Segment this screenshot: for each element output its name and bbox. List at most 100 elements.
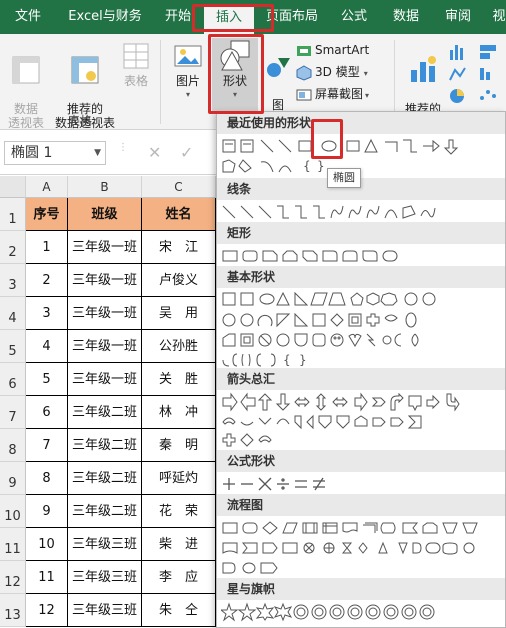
table-cell[interactable]: 柴 进 xyxy=(142,528,216,561)
tab-page-layout[interactable]: 页面布局 xyxy=(262,0,322,34)
row-header[interactable]: 13 xyxy=(0,594,26,627)
equation-shapes-row[interactable] xyxy=(221,474,503,494)
table-cell[interactable]: 宋 江 xyxy=(142,231,216,264)
table-cell[interactable]: 花 荣 xyxy=(142,495,216,528)
table-cell[interactable]: 5 xyxy=(26,363,68,396)
table-cell[interactable]: 吴 用 xyxy=(142,297,216,330)
table-cell[interactable]: 6 xyxy=(26,396,68,429)
select-all-corner[interactable] xyxy=(0,176,26,198)
table-cell[interactable]: 9 xyxy=(26,495,68,528)
table-cell[interactable]: 3 xyxy=(26,297,68,330)
table-cell[interactable]: 朱 仝 xyxy=(142,594,216,627)
recent-shapes-row-2[interactable]: { } xyxy=(221,156,503,176)
table-cell[interactable]: 三年级一班 xyxy=(68,330,142,363)
rectangles-row[interactable] xyxy=(221,246,503,266)
row-header[interactable]: 9 xyxy=(0,462,26,495)
flowchart-grid[interactable] xyxy=(221,518,503,580)
lines-row[interactable] xyxy=(221,202,503,222)
table-cell[interactable]: 三年级二班 xyxy=(68,462,142,495)
cancel-icon[interactable]: ✕ xyxy=(148,143,161,162)
screenshot-button[interactable]: 屏幕截图 ▾ xyxy=(296,84,369,104)
table-cell[interactable]: 7 xyxy=(26,429,68,462)
row-header[interactable]: 4 xyxy=(0,297,26,330)
table-cell[interactable]: 三年级一班 xyxy=(68,363,142,396)
table-cell[interactable]: 12 xyxy=(26,594,68,627)
table-cell[interactable]: 公孙胜 xyxy=(142,330,216,363)
name-box[interactable]: 椭圆 1 ▼ xyxy=(4,141,106,165)
smartart-label: SmartArt xyxy=(315,43,370,57)
tab-file[interactable]: 文件 xyxy=(0,0,56,34)
table-cell[interactable]: 秦 明 xyxy=(142,429,216,462)
shapes-dropdown[interactable]: 最近使用的形状 { } 线条 矩形 基本形状 {} 箭头总汇 公式形状 流程图… xyxy=(216,111,506,628)
table-cell[interactable]: 三年级三班 xyxy=(68,594,142,627)
block-arrows-grid[interactable] xyxy=(221,392,503,452)
column-header-b[interactable]: B xyxy=(68,176,142,198)
table-cell[interactable]: 呼延灼 xyxy=(142,462,216,495)
table-cell[interactable]: 11 xyxy=(26,561,68,594)
table-cell[interactable]: 三年级三班 xyxy=(68,561,142,594)
chart-types-gallery[interactable] xyxy=(448,42,504,106)
table-header-cell[interactable]: 序号 xyxy=(26,198,68,231)
row-header[interactable]: 6 xyxy=(0,363,26,396)
table-cell[interactable]: 10 xyxy=(26,528,68,561)
column-chart-icon[interactable] xyxy=(450,45,463,60)
table-cell[interactable]: 三年级三班 xyxy=(68,528,142,561)
row-header[interactable]: 7 xyxy=(0,396,26,429)
table-cell[interactable]: 三年级二班 xyxy=(68,396,142,429)
row-header[interactable]: 10 xyxy=(0,495,26,528)
table-cell[interactable]: 卢俊义 xyxy=(142,264,216,297)
row-header[interactable]: 2 xyxy=(0,231,26,264)
tables-group-label: 表格 xyxy=(68,114,93,128)
section-stars-banners: 星与旗帜 xyxy=(217,578,505,600)
row-header[interactable]: 11 xyxy=(0,528,26,561)
tab-view[interactable]: 视 xyxy=(488,0,506,34)
row-header[interactable]: 5 xyxy=(0,330,26,363)
tab-home[interactable]: 开始 xyxy=(156,0,200,34)
table-cell[interactable]: 2 xyxy=(26,264,68,297)
basic-shapes-grid[interactable]: {} xyxy=(221,290,503,374)
chevron-down-icon: ▾ xyxy=(185,90,190,99)
table-cell[interactable]: 1 xyxy=(26,231,68,264)
tab-data[interactable]: 数据 xyxy=(384,0,428,34)
pictures-button[interactable]: 图片 ▾ xyxy=(170,40,206,102)
table-cell[interactable]: 8 xyxy=(26,462,68,495)
oval-shape[interactable] xyxy=(321,140,337,152)
table-header-cell[interactable]: 班级 xyxy=(68,198,142,231)
table-cell[interactable]: 林 冲 xyxy=(142,396,216,429)
pivot-table-button[interactable]: 数据 透视表 xyxy=(4,40,48,130)
svg-text:{: { xyxy=(303,159,311,173)
column-header-c[interactable]: C xyxy=(142,176,216,198)
table-cell[interactable]: 三年级一班 xyxy=(68,231,142,264)
shapes-button[interactable]: 形状 ▾ xyxy=(212,38,258,112)
tab-insert[interactable]: 插入 xyxy=(204,4,254,34)
table-cell[interactable]: 三年级一班 xyxy=(68,264,142,297)
smartart-icon xyxy=(297,45,311,56)
table-button[interactable]: 表格 xyxy=(118,40,154,88)
table-cell[interactable]: 关 胜 xyxy=(142,363,216,396)
stat-chart-icon[interactable] xyxy=(480,68,490,80)
tab-review[interactable]: 审阅 xyxy=(436,0,480,34)
line-chart-icon[interactable] xyxy=(449,67,466,81)
hierarchy-chart-icon[interactable] xyxy=(480,45,496,59)
row-header[interactable]: 8 xyxy=(0,429,26,462)
table-cell[interactable]: 三年级一班 xyxy=(68,297,142,330)
chevron-down-icon[interactable]: ▼ xyxy=(94,142,101,164)
table-cell[interactable]: 4 xyxy=(26,330,68,363)
3d-model-button[interactable]: 3D 模型 ▾ xyxy=(296,62,368,82)
row-header[interactable]: 1 xyxy=(0,198,26,231)
stars-banners-row[interactable] xyxy=(221,602,503,622)
table-cell[interactable]: 三年级二班 xyxy=(68,495,142,528)
table-cell[interactable]: 三年级二班 xyxy=(68,429,142,462)
pie-chart-icon[interactable] xyxy=(450,89,464,103)
row-header[interactable]: 3 xyxy=(0,264,26,297)
recent-shapes-row-1[interactable] xyxy=(221,136,503,156)
scatter-chart-icon[interactable] xyxy=(480,90,496,100)
enter-icon[interactable]: ✓ xyxy=(180,143,193,162)
row-header[interactable]: 12 xyxy=(0,561,26,594)
column-header-a[interactable]: A xyxy=(26,176,68,198)
tab-excel-finance[interactable]: Excel与财务 xyxy=(62,0,148,34)
table-header-cell[interactable]: 姓名 xyxy=(142,198,216,231)
tab-formulas[interactable]: 公式 xyxy=(332,0,376,34)
table-cell[interactable]: 李 应 xyxy=(142,561,216,594)
smartart-button[interactable]: SmartArt xyxy=(296,40,369,60)
